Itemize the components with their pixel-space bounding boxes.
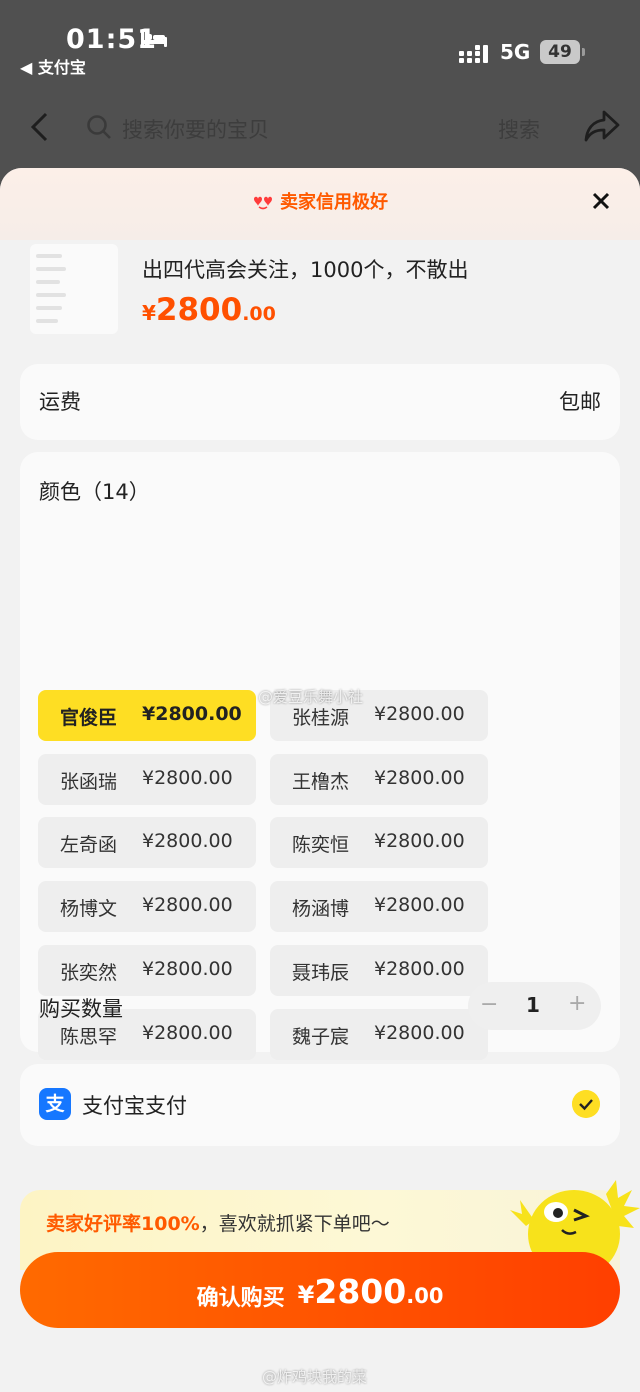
color-option-name: 张函瑞 [60, 771, 118, 793]
color-option-price: ¥2800.00 [374, 767, 465, 789]
quantity-value[interactable]: 1 [526, 993, 540, 1017]
color-option[interactable]: 魏子宸 ¥2800.00 [270, 1009, 488, 1060]
color-option-price: ¥2800.00 [142, 1022, 233, 1044]
confirm-label: 确认购买 [196, 1286, 285, 1311]
color-option-price: ¥2800.00 [374, 894, 465, 916]
sheet-header: 卖家信用极好 [0, 168, 640, 240]
color-option[interactable]: 陈奕恒 ¥2800.00 [270, 817, 488, 868]
checkmark-icon[interactable] [572, 1090, 600, 1118]
seller-credit-badge: 卖家信用极好 [0, 188, 640, 214]
color-option-name: 王橹杰 [292, 771, 350, 793]
purchase-sheet: 卖家信用极好 出四代高会关注，1000个，不散出 ¥2800.00 运费 包邮 … [0, 168, 640, 1392]
color-option-name: 陈奕恒 [292, 834, 350, 856]
signal-icon [459, 45, 488, 63]
color-option-price: ¥2800.00 [374, 830, 465, 852]
search-input[interactable]: 搜索你要的宝贝 [122, 114, 269, 144]
color-option[interactable]: 聂玮辰 ¥2800.00 [270, 945, 488, 996]
back-to-alipay-link[interactable]: ◀ 支付宝 [20, 54, 86, 78]
payment-method-row[interactable]: 支 支付宝支付 [20, 1064, 620, 1146]
color-title: 颜色（14） [39, 480, 150, 504]
watermark-bottom: @炸鸡块我的菜 [262, 1368, 368, 1386]
product-thumbnail [30, 244, 118, 334]
promo-highlight: 卖家好评率100% [46, 1213, 200, 1235]
battery-indicator: 49 [540, 40, 585, 64]
color-option-name: 杨涵博 [292, 898, 350, 920]
search-icon [87, 115, 111, 139]
shipping-value: 包邮 [559, 390, 601, 414]
product-title: 出四代高会关注，1000个，不散出 [142, 258, 469, 282]
sleep-mode-icon [141, 31, 167, 47]
color-option-price: ¥2800.00 [142, 703, 242, 725]
close-icon[interactable] [588, 188, 614, 214]
color-option-name: 聂玮辰 [292, 962, 350, 984]
color-option-name: 左奇函 [60, 834, 118, 856]
color-option-price: ¥2800.00 [374, 958, 465, 980]
color-option-price: ¥2800.00 [142, 958, 233, 980]
heart-eyes-emoji-icon [254, 196, 272, 210]
shipping-label: 运费 [39, 390, 81, 414]
payment-label: 支付宝支付 [82, 1094, 187, 1118]
search-button[interactable]: 搜索 [498, 114, 540, 144]
product-price: ¥2800.00 [142, 292, 276, 328]
quantity-plus-button[interactable]: + [568, 991, 586, 1016]
confirm-price-currency: ¥ [297, 1281, 315, 1309]
color-option-price: ¥2800.00 [142, 830, 233, 852]
color-option-price: ¥2800.00 [142, 894, 233, 916]
color-option-name: 张奕然 [60, 962, 118, 984]
confirm-price-integer: 2800 [314, 1272, 407, 1311]
color-option[interactable]: 张奕然 ¥2800.00 [38, 945, 256, 996]
color-option-price: ¥2800.00 [374, 1022, 465, 1044]
confirm-price-decimal: .00 [406, 1284, 444, 1308]
color-option[interactable]: 杨涵博 ¥2800.00 [270, 881, 488, 932]
alipay-logo-icon: 支 [39, 1088, 71, 1120]
color-option[interactable]: 杨博文 ¥2800.00 [38, 881, 256, 932]
color-option-name: 陈思罕 [60, 1026, 118, 1048]
back-arrow-icon[interactable] [26, 110, 54, 144]
seller-credit-text: 卖家信用极好 [280, 192, 388, 213]
promo-body: ，喜欢就抓紧下单吧～ [199, 1213, 390, 1235]
options-card: 颜色（14） 官俊臣 ¥2800.00 张桂源 ¥2800.00 张函瑞 ¥2800.00… [20, 452, 620, 1123]
watermark-center: @爱豆乐舞小社 [258, 688, 364, 706]
color-option-price: ¥2800.00 [142, 767, 233, 789]
promo-text: 卖家好评率100%，喜欢就抓紧下单吧～ [46, 1209, 390, 1236]
color-option-name: 魏子宸 [292, 1026, 350, 1048]
color-option-name: 官俊臣 [60, 707, 118, 729]
color-option-name: 张桂源 [292, 707, 350, 729]
status-bar: 01:51 ◀ 支付宝 5G 49 [0, 0, 640, 90]
color-option[interactable]: 王橹杰 ¥2800.00 [270, 754, 488, 805]
quantity-label: 购买数量 [39, 997, 123, 1021]
color-option[interactable]: 左奇函 ¥2800.00 [38, 817, 256, 868]
color-option-name: 杨博文 [60, 898, 118, 920]
quantity-stepper: − 1 + [468, 982, 601, 1030]
confirm-purchase-button[interactable]: 确认购买 ¥2800.00 [20, 1252, 620, 1328]
price-decimal: .00 [242, 303, 276, 325]
confirm-price: ¥2800.00 [298, 1272, 444, 1311]
share-icon[interactable] [582, 108, 622, 144]
price-currency: ¥ [142, 301, 156, 325]
color-option[interactable]: 张函瑞 ¥2800.00 [38, 754, 256, 805]
color-option-price: ¥2800.00 [374, 703, 465, 725]
quantity-minus-button[interactable]: − [480, 992, 498, 1017]
shipping-row: 运费 包邮 [20, 364, 620, 440]
network-type: 5G [500, 40, 531, 64]
color-option[interactable]: 官俊臣 ¥2800.00 [38, 690, 256, 741]
price-integer: 2800 [155, 292, 243, 328]
